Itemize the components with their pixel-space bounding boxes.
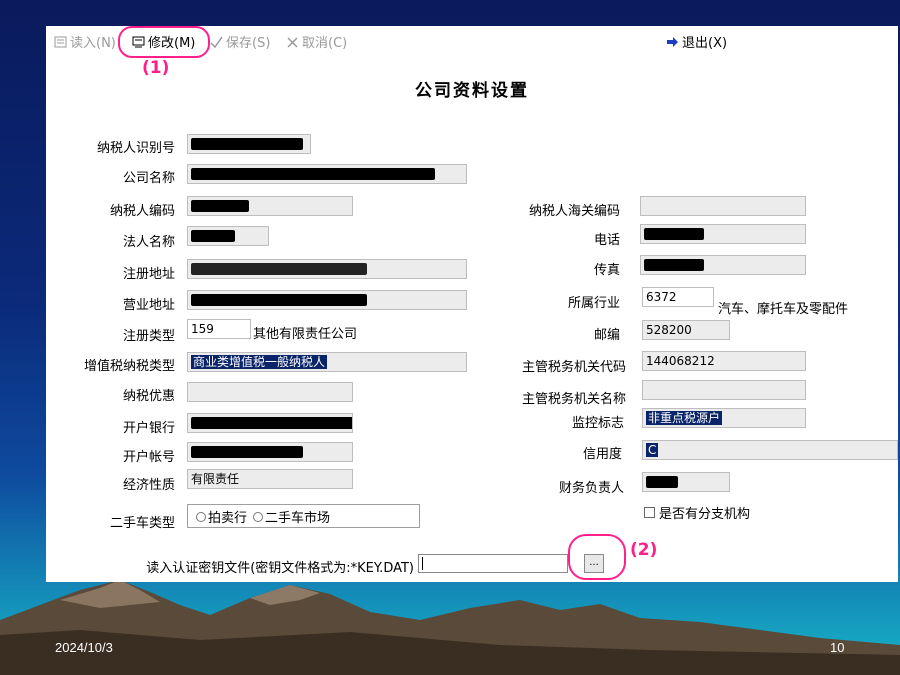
credit-field[interactable]: C [642,440,898,460]
branch-checkbox[interactable]: 是否有分支机构 [644,503,750,522]
fax-field[interactable] [640,255,806,275]
tax-pref-field[interactable] [187,382,353,402]
vat-type-field[interactable]: 商业类增值税一般纳税人 [187,352,467,372]
industry-label: 所属行业 [567,296,620,311]
postcode-label: 邮编 [593,328,620,343]
exit-button[interactable]: 退出(X) [666,32,727,51]
redaction [191,138,303,150]
read-button[interactable]: 读入(N) [54,32,116,51]
reg-address-field[interactable] [187,259,467,279]
slide-date: 2024/10/3 [55,640,113,655]
taxpayer-id-field[interactable] [187,134,311,154]
cancel-icon [287,36,298,48]
used-car-type-label: 二手车类型 [109,516,175,531]
company-name-label: 公司名称 [122,171,175,186]
tax-office-code-label: 主管税务机关代码 [521,360,626,375]
finance-head-label: 财务负责人 [558,481,624,496]
read-icon [54,36,67,47]
redaction [191,168,435,180]
radio-market-label: 二手车市场 [265,510,331,526]
used-car-type-group: 拍卖行 二手车市场 [187,504,420,528]
radio-auction[interactable]: 拍卖行 [196,507,247,526]
company-name-field[interactable] [187,164,467,184]
finance-head-field[interactable] [642,472,730,492]
exit-label: 退出(X) [682,36,728,51]
customs-code-field[interactable] [640,196,806,216]
econ-type-field[interactable]: 有限责任 [187,469,353,489]
redaction [191,446,303,458]
phone-label: 电话 [593,233,620,248]
radio-icon [196,511,206,522]
credit-label: 信用度 [582,447,622,462]
radio-auction-label: 拍卖行 [208,510,248,526]
taxpayer-id-label: 纳税人识别号 [96,141,175,156]
vat-type-label: 增值税纳税类型 [83,359,175,374]
highlight-modify [118,26,210,58]
tax-office-name-field[interactable] [642,380,806,400]
bank-label: 开户银行 [122,421,175,436]
key-file-label: 读入认证密钥文件(密钥文件格式为:*KEY.DAT) [146,561,414,576]
cancel-button[interactable]: 取消(C) [286,32,347,51]
read-label: 读入(N) [70,36,116,51]
vat-type-value: 商业类增值税一般纳税人 [191,355,328,369]
taxpayer-code-field[interactable] [187,196,353,216]
checkbox-icon [644,507,655,518]
highlight-browse [568,534,626,580]
monitor-flag-value: 非重点税源户 [646,411,723,425]
biz-address-label: 营业地址 [122,298,175,313]
radio-market[interactable]: 二手车市场 [253,507,330,526]
postcode-field[interactable]: 528200 [642,320,730,340]
save-button[interactable]: 保存(S) [210,32,270,51]
annotation-step2: (2) [630,540,658,560]
redaction [191,263,367,275]
industry-code-field[interactable]: 6372 [642,287,714,307]
branch-label: 是否有分支机构 [659,507,751,522]
page-title: 公司资料设置 [415,81,529,101]
reg-type-text: 其他有限责任公司 [253,327,358,342]
econ-type-label: 经济性质 [122,478,175,493]
monitor-flag-label: 监控标志 [571,416,624,431]
cancel-label: 取消(C) [302,36,348,51]
annotation-step1: (1) [142,58,170,78]
redaction [191,200,249,212]
account-field[interactable] [187,442,353,462]
redaction [644,259,704,271]
legal-rep-field[interactable] [187,226,269,246]
radio-icon [253,511,264,522]
company-settings-window: 读入(N) 修改(M) 保存(S) 取消(C) 退出(X) (1) 公司资料设置… [46,26,898,582]
redaction [191,294,367,306]
industry-text: 汽车、摩托车及零配件 [718,302,849,317]
redaction [646,476,678,488]
reg-address-label: 注册地址 [122,267,175,282]
bank-field[interactable] [187,413,353,433]
arrow-right-icon [667,36,678,47]
save-label: 保存(S) [226,36,271,51]
monitor-flag-field[interactable]: 非重点税源户 [642,408,806,428]
account-label: 开户帐号 [122,450,175,465]
legal-rep-label: 法人名称 [122,235,175,250]
redaction [644,228,704,240]
key-file-input[interactable] [418,554,568,573]
phone-field[interactable] [640,224,806,244]
credit-value: C [646,443,659,457]
biz-address-field[interactable] [187,290,467,310]
tax-office-name-label: 主管税务机关名称 [521,392,626,407]
slide-page-number: 10 [830,640,845,655]
tax-pref-label: 纳税优惠 [122,389,175,404]
fax-label: 传真 [593,263,620,278]
customs-code-label: 纳税人海关编码 [528,204,620,219]
checkmark-icon [210,36,223,48]
reg-type-code-field[interactable]: 159 [187,319,251,339]
tax-office-code-field[interactable]: 144068212 [642,351,806,371]
redaction [191,230,235,242]
taxpayer-code-label: 纳税人编码 [109,204,175,219]
redaction [191,417,352,429]
reg-type-label: 注册类型 [122,329,175,344]
